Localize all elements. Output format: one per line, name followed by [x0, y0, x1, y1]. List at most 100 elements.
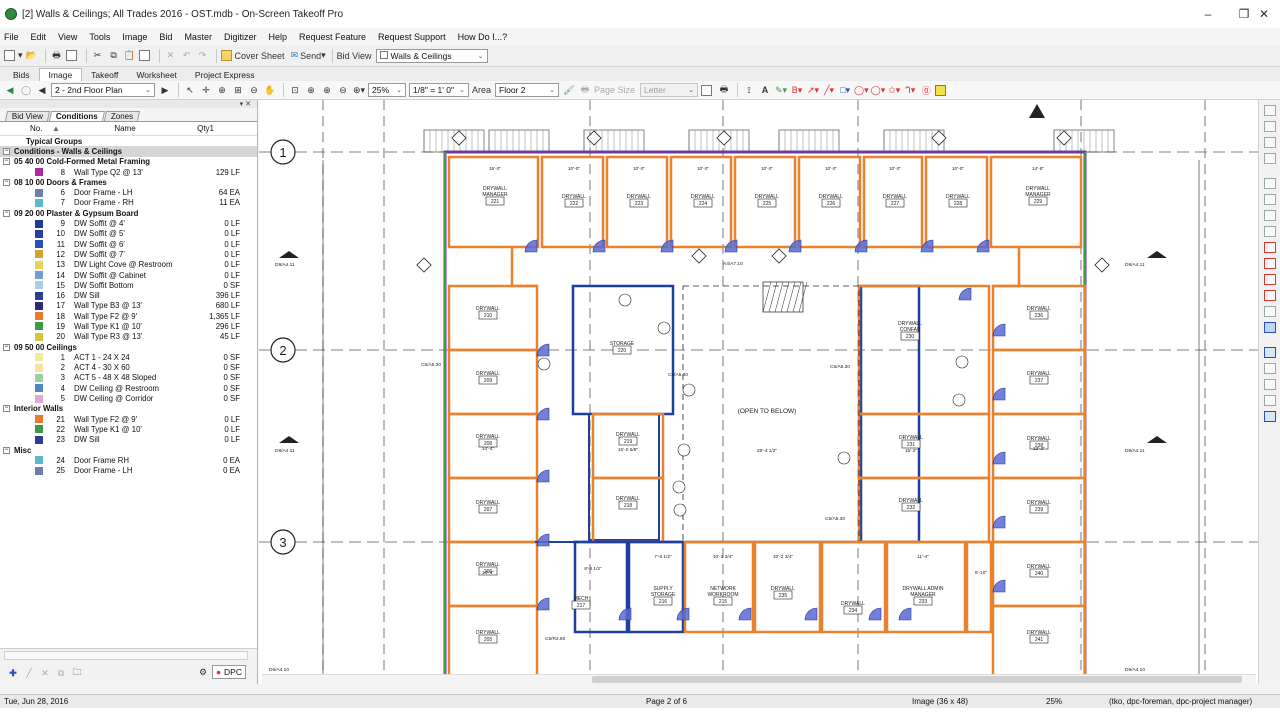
zoom-window-icon[interactable]: ⊞	[231, 82, 245, 98]
refresh-red-icon[interactable]	[1263, 258, 1276, 269]
callout-icon[interactable]: B▾	[790, 82, 804, 98]
condition-group[interactable]: −09 50 00 Ceilings	[0, 342, 257, 352]
condition-row[interactable]: 6 Door Frame - LH 64 EA	[0, 187, 257, 197]
paint-icon[interactable]: 🖌	[562, 82, 576, 98]
condition-row[interactable]: 7 Door Frame - RH 11 EA	[0, 198, 257, 208]
zoom-out-icon[interactable]: ⊖	[247, 82, 261, 98]
sync-icon[interactable]	[1263, 274, 1276, 285]
printer-icon[interactable]: 🖶	[717, 82, 731, 98]
menu-bid[interactable]: Bid	[159, 32, 172, 42]
edit-condition-icon[interactable]: ╱	[22, 665, 36, 681]
scale-select[interactable]: 1/8" = 1' 0" ⌄	[409, 83, 469, 97]
page-size-select[interactable]: Letter ⌄	[640, 83, 699, 97]
menu-view[interactable]: View	[58, 32, 77, 42]
overlay-icon[interactable]	[1263, 153, 1276, 164]
sticky-note-icon[interactable]	[935, 82, 949, 98]
condition-row[interactable]: 20 Wall Type R3 @ 13' 45 LF	[0, 332, 257, 342]
condition-row[interactable]: 22 Wall Type K1 @ 10' 0 LF	[0, 424, 257, 434]
select-pointer-icon[interactable]: ↖	[183, 82, 197, 98]
rectangle-tool-icon[interactable]: □▾	[838, 82, 852, 98]
add-condition-icon[interactable]: ✚	[6, 665, 20, 681]
paste-special-icon[interactable]	[138, 48, 153, 64]
panel-icon[interactable]	[1263, 105, 1276, 116]
collapse-icon[interactable]: −	[3, 158, 10, 166]
crosshair-icon[interactable]: ✛	[199, 82, 213, 98]
tab-image[interactable]: Image	[38, 68, 83, 81]
table-icon[interactable]	[1263, 411, 1276, 422]
measure-icon[interactable]	[1263, 178, 1276, 189]
menu-file[interactable]: File	[4, 32, 19, 42]
snap-icon[interactable]: ⟟	[742, 82, 756, 98]
tab-zones[interactable]: Zones	[103, 111, 141, 121]
condition-row[interactable]: 1 ACT 1 - 24 X 24 0 SF	[0, 352, 257, 362]
condition-folder-selected[interactable]: − Conditions - Walls & Ceilings	[0, 146, 257, 157]
tab-worksheet[interactable]: Worksheet	[127, 69, 185, 81]
col-name[interactable]: Name	[66, 124, 184, 133]
polygon-tool-icon[interactable]: ✩▾	[887, 82, 901, 98]
condition-row[interactable]: 3 ACT 5 - 48 X 48 Sloped 0 SF	[0, 373, 257, 383]
group-label[interactable]: Typical Groups	[0, 136, 257, 146]
area-tool-icon[interactable]	[1263, 210, 1276, 221]
pin-icon[interactable]: ▾ ✕	[240, 100, 251, 108]
menu-tools[interactable]: Tools	[89, 32, 110, 42]
print-disabled-icon[interactable]: 🖶	[578, 82, 592, 98]
linear-icon[interactable]	[1263, 194, 1276, 205]
page-select[interactable]: 2 - 2nd Floor Plan ⌄	[51, 83, 155, 97]
condition-row[interactable]: 10 DW Soffit @ 5' 0 LF	[0, 229, 257, 239]
minimize-button[interactable]: –	[1190, 0, 1226, 28]
condition-group[interactable]: − Interior Walls	[0, 404, 257, 414]
rotate-icon[interactable]	[1263, 242, 1276, 253]
menu-request-feature[interactable]: Request Feature	[299, 32, 366, 42]
delete-condition-icon[interactable]: ✕	[38, 665, 52, 681]
cut-icon[interactable]: ✂	[91, 48, 105, 64]
condition-row[interactable]: 24 Door Frame RH 0 EA	[0, 455, 257, 465]
report-icon[interactable]	[1263, 395, 1276, 406]
undo-red-icon[interactable]	[1263, 290, 1276, 301]
text-tool-icon[interactable]: A	[758, 82, 772, 98]
condition-group[interactable]: −08 10 00 Doors & Frames	[0, 177, 257, 187]
cover-sheet-button[interactable]: Cover Sheet	[220, 48, 285, 64]
copy-icon[interactable]: ⧉	[107, 48, 121, 64]
col-no[interactable]: No.	[0, 124, 52, 133]
grid-icon[interactable]	[1263, 137, 1276, 148]
zoom-previous-icon[interactable]: ⊖	[336, 82, 350, 98]
refresh-icon[interactable]: ◯	[19, 82, 33, 98]
zoom-fit-icon[interactable]: ⊡	[288, 82, 302, 98]
drawing-canvas[interactable]: 1 2 3 (OPEN TO BELOW) DRYWALL MANAGER 221 DRYWA…	[259, 100, 1258, 684]
menu-edit[interactable]: Edit	[31, 32, 47, 42]
cloud-tool-icon[interactable]: ᒉ▾	[903, 82, 917, 98]
next-page-icon[interactable]: ▶	[158, 82, 172, 98]
search-icon[interactable]	[1263, 363, 1276, 374]
collapse-icon[interactable]: −	[3, 405, 10, 413]
menu-digitizer[interactable]: Digitizer	[224, 32, 257, 42]
blank-page-icon[interactable]	[701, 82, 715, 98]
condition-row[interactable]: 19 Wall Type K1 @ 10' 296 LF	[0, 321, 257, 331]
condition-folder-icon[interactable]: 🗀	[70, 665, 84, 681]
collapse-icon[interactable]: −	[3, 343, 10, 351]
condition-row[interactable]: 18 Wall Type F2 @ 9' 1,365 LF	[0, 311, 257, 321]
condition-row[interactable]: 9 DW Soffit @ 4' 0 LF	[0, 218, 257, 228]
condition-row[interactable]: 5 DW Ceiling @ Corridor 0 SF	[0, 393, 257, 403]
send-button[interactable]: ✉ Send ▾	[291, 48, 326, 64]
menu-how-do-i[interactable]: How Do I...?	[458, 32, 508, 42]
menu-image[interactable]: Image	[122, 32, 147, 42]
qr-icon[interactable]	[1263, 306, 1276, 317]
layers-icon[interactable]	[1263, 121, 1276, 132]
prev-page-icon[interactable]: ◀	[35, 82, 49, 98]
tab-takeoff[interactable]: Takeoff	[82, 69, 127, 81]
open-folder-icon[interactable]: 📂	[25, 48, 39, 64]
count-icon[interactable]	[1263, 226, 1276, 237]
settings-icon[interactable]: ⚙	[196, 664, 210, 680]
dpc-button[interactable]: ● DPC	[212, 665, 246, 679]
copy-condition-icon[interactable]: ⧉	[54, 665, 68, 681]
circle-tool-icon[interactable]: ◯▾	[871, 82, 886, 98]
condition-row[interactable]: 17 Wall Type B3 @ 13' 680 LF	[0, 301, 257, 311]
menu-master[interactable]: Master	[184, 32, 212, 42]
back-icon[interactable]: ◀	[3, 82, 17, 98]
bid-view-select[interactable]: Walls & Ceilings ⌄	[375, 48, 488, 63]
condition-group[interactable]: − Misc	[0, 445, 257, 455]
zoom-in-icon[interactable]: ⊕	[215, 82, 229, 98]
print-preview-icon[interactable]	[65, 48, 80, 64]
condition-row[interactable]: 13 DW Light Cove @ Restroom 0 LF	[0, 260, 257, 270]
condition-row[interactable]: 8 Wall Type Q2 @ 13' 129 LF	[0, 167, 257, 177]
